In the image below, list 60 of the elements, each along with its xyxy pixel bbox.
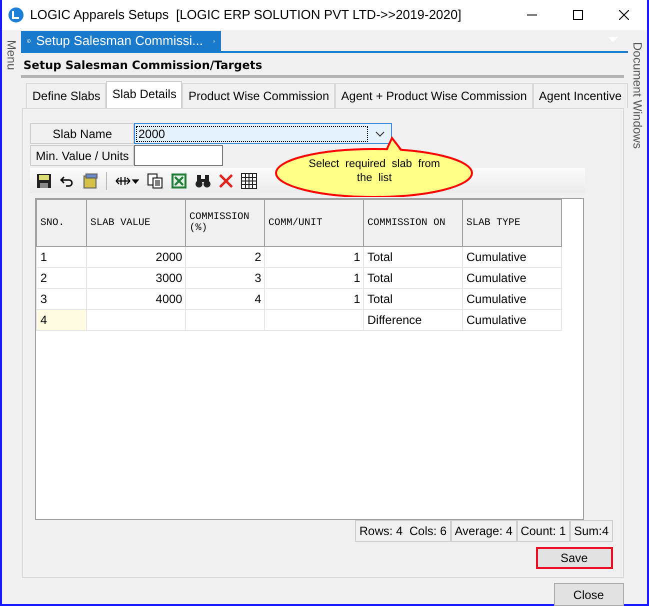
save-icon[interactable] (36, 172, 52, 189)
column-header[interactable]: SNO. (36, 200, 87, 247)
tab[interactable]: Agent + Product Wise Commission (335, 83, 533, 108)
document-tab[interactable]: Setup Salesman Commissi... (21, 31, 222, 51)
table-cell[interactable]: Cumulative (462, 310, 562, 331)
table-cell[interactable]: 2 (36, 268, 87, 289)
status-text: Count: 1 (516, 520, 570, 542)
table-cell[interactable]: 1 (36, 246, 87, 268)
table-cell[interactable]: Total (364, 288, 463, 310)
delete-icon[interactable] (219, 174, 234, 188)
column-header[interactable]: COMMISSION (%) (186, 200, 265, 247)
save-button[interactable]: Save (536, 547, 613, 570)
close-button[interactable]: Close (554, 583, 624, 606)
column-header[interactable]: COMM/UNIT (264, 200, 364, 247)
form-icon[interactable] (82, 172, 98, 189)
column-header[interactable]: SLAB VALUE (86, 200, 186, 247)
status-text: Rows: 4 Cols: 6 (355, 520, 451, 542)
spreadsheet-icon[interactable] (171, 172, 188, 189)
status-text: Sum:4 (570, 520, 613, 542)
form-title: Setup Salesman Commission/Targets (21, 55, 624, 78)
close-icon (619, 10, 629, 20)
maximize-icon (573, 10, 583, 20)
field-label: Slab Name (30, 123, 134, 144)
tooltip-text: Select required slab from the list (308, 157, 442, 186)
binoculars-icon[interactable] (195, 174, 212, 188)
table-cell[interactable]: 1 (264, 268, 364, 289)
table-cell[interactable]: 3 (186, 268, 265, 289)
table-cell[interactable]: 4000 (86, 288, 186, 310)
table-cell[interactable]: 4 (36, 310, 87, 331)
tab[interactable]: Slab Details (106, 81, 182, 108)
document-windows-panel-tab[interactable]: Document Windows (628, 30, 646, 606)
table-cell[interactable]: 1 (264, 246, 364, 268)
table-cell[interactable]: Total (364, 246, 463, 268)
table-cell[interactable]: Cumulative (462, 288, 562, 310)
slab-name-dropdown[interactable]: 2000 (134, 123, 392, 144)
app-logo-icon (8, 7, 24, 23)
table-cell[interactable]: 2 (186, 246, 265, 268)
menu-panel-tab[interactable]: Menu (2, 30, 21, 606)
copy-icon[interactable] (147, 172, 164, 189)
column-header[interactable]: SLAB TYPE (462, 200, 562, 247)
table-cell[interactable]: 3000 (86, 268, 186, 289)
table-cell[interactable]: Cumulative (462, 268, 562, 289)
grid-icon[interactable] (241, 172, 258, 189)
table-cell[interactable]: Difference (364, 310, 463, 331)
tab[interactable]: Product Wise Commission (182, 83, 336, 108)
window-title: LOGIC Apparels Setups [LOGIC ERP SOLUTION PVT LTD->>2019-2020] (30, 6, 462, 24)
column-width-icon[interactable] (115, 176, 140, 186)
field-label: Min. Value / Units (30, 145, 134, 166)
tab[interactable]: Define Slabs (26, 83, 106, 108)
input-field[interactable] (134, 145, 224, 166)
table-cell[interactable]: Cumulative (462, 246, 562, 268)
caret-icon (375, 130, 386, 137)
table-cell[interactable]: 4 (186, 288, 265, 310)
tab[interactable]: Agent Incentive (532, 83, 628, 108)
table-cell[interactable]: Total (364, 268, 463, 289)
table-cell[interactable]: 2000 (86, 246, 186, 268)
column-header[interactable]: COMMISSION ON (364, 200, 463, 247)
table-cell[interactable]: 1 (264, 288, 364, 310)
status-text: Average: 4 (450, 520, 517, 542)
undo-icon[interactable] (60, 174, 74, 187)
